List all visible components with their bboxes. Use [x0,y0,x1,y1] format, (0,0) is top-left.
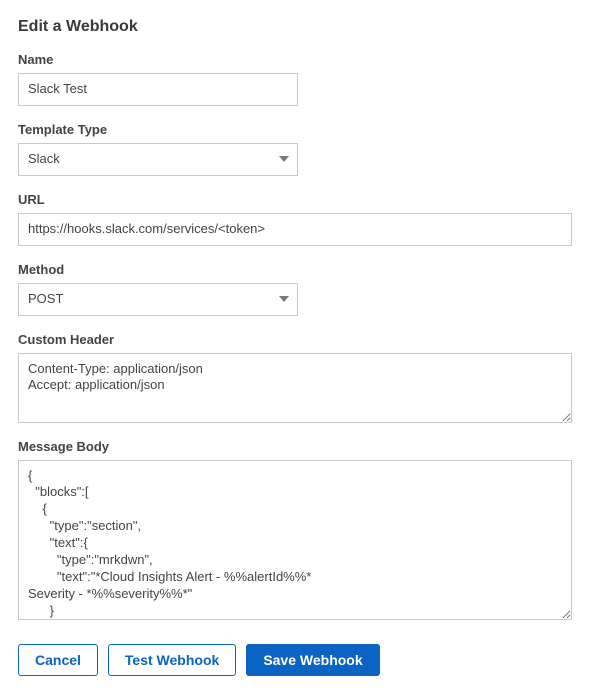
field-name: Name [18,52,572,106]
name-label: Name [18,52,572,67]
field-template-type: Template Type [18,122,572,176]
save-webhook-button[interactable]: Save Webhook [246,644,379,676]
url-input[interactable] [18,213,572,246]
button-row: Cancel Test Webhook Save Webhook [18,644,572,676]
template-type-label: Template Type [18,122,572,137]
url-label: URL [18,192,572,207]
page-title: Edit a Webhook [18,18,572,36]
custom-header-textarea[interactable] [18,353,572,423]
field-message-body: Message Body [18,439,572,620]
message-body-textarea[interactable] [18,460,572,620]
message-body-label: Message Body [18,439,572,454]
cancel-button[interactable]: Cancel [18,644,98,676]
method-select[interactable] [18,283,298,316]
template-type-select[interactable] [18,143,298,176]
method-label: Method [18,262,572,277]
name-input[interactable] [18,73,298,106]
test-webhook-button[interactable]: Test Webhook [108,644,236,676]
field-custom-header: Custom Header [18,332,572,423]
field-method: Method [18,262,572,316]
custom-header-label: Custom Header [18,332,572,347]
field-url: URL [18,192,572,246]
